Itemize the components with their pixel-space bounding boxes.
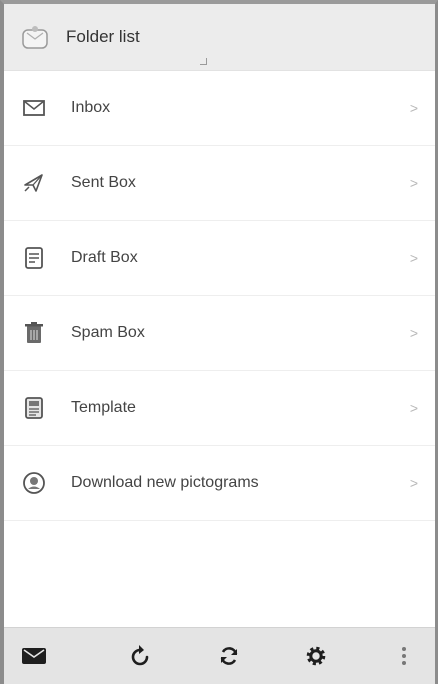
download-icon	[21, 470, 47, 496]
envelope-badge-icon[interactable]	[21, 24, 49, 50]
folder-label: Inbox	[71, 99, 111, 116]
folder-label: Template	[71, 399, 136, 416]
header-bar: Folder list	[4, 4, 435, 71]
template-icon	[21, 395, 47, 421]
app-screen: Folder list Inbox > Sent Box > Draft Box…	[0, 0, 438, 684]
folder-label: Draft Box	[71, 249, 138, 266]
sync-icon[interactable]	[215, 642, 243, 670]
chevron-right-icon: >	[409, 325, 419, 341]
settings-icon[interactable]	[302, 642, 330, 670]
folder-label: Sent Box	[71, 174, 136, 191]
bottom-toolbar	[4, 627, 435, 684]
compose-icon[interactable]	[20, 642, 48, 670]
resize-handle-icon	[200, 58, 207, 65]
chevron-right-icon: >	[409, 100, 419, 116]
more-icon[interactable]	[390, 642, 418, 670]
folder-list: Inbox > Sent Box > Draft Box > Spam Box …	[4, 71, 435, 521]
folder-item-inbox[interactable]: Inbox >	[4, 71, 435, 146]
refresh-icon[interactable]	[126, 642, 154, 670]
chevron-right-icon: >	[409, 400, 419, 416]
folder-item-template[interactable]: Template >	[4, 371, 435, 446]
inbox-icon	[21, 95, 47, 121]
folder-item-sent-box[interactable]: Sent Box >	[4, 146, 435, 221]
draft-icon	[21, 245, 47, 271]
folder-item-draft-box[interactable]: Draft Box >	[4, 221, 435, 296]
header-title: Folder list	[66, 27, 140, 46]
folder-item-download-pictograms[interactable]: Download new pictograms >	[4, 446, 435, 521]
folder-label: Spam Box	[71, 324, 145, 341]
folder-item-spam-box[interactable]: Spam Box >	[4, 296, 435, 371]
chevron-right-icon: >	[409, 475, 419, 491]
chevron-right-icon: >	[409, 250, 419, 266]
sent-icon	[21, 170, 47, 196]
chevron-right-icon: >	[409, 175, 419, 191]
folder-label: Download new pictograms	[71, 474, 259, 491]
trash-icon	[21, 320, 47, 346]
